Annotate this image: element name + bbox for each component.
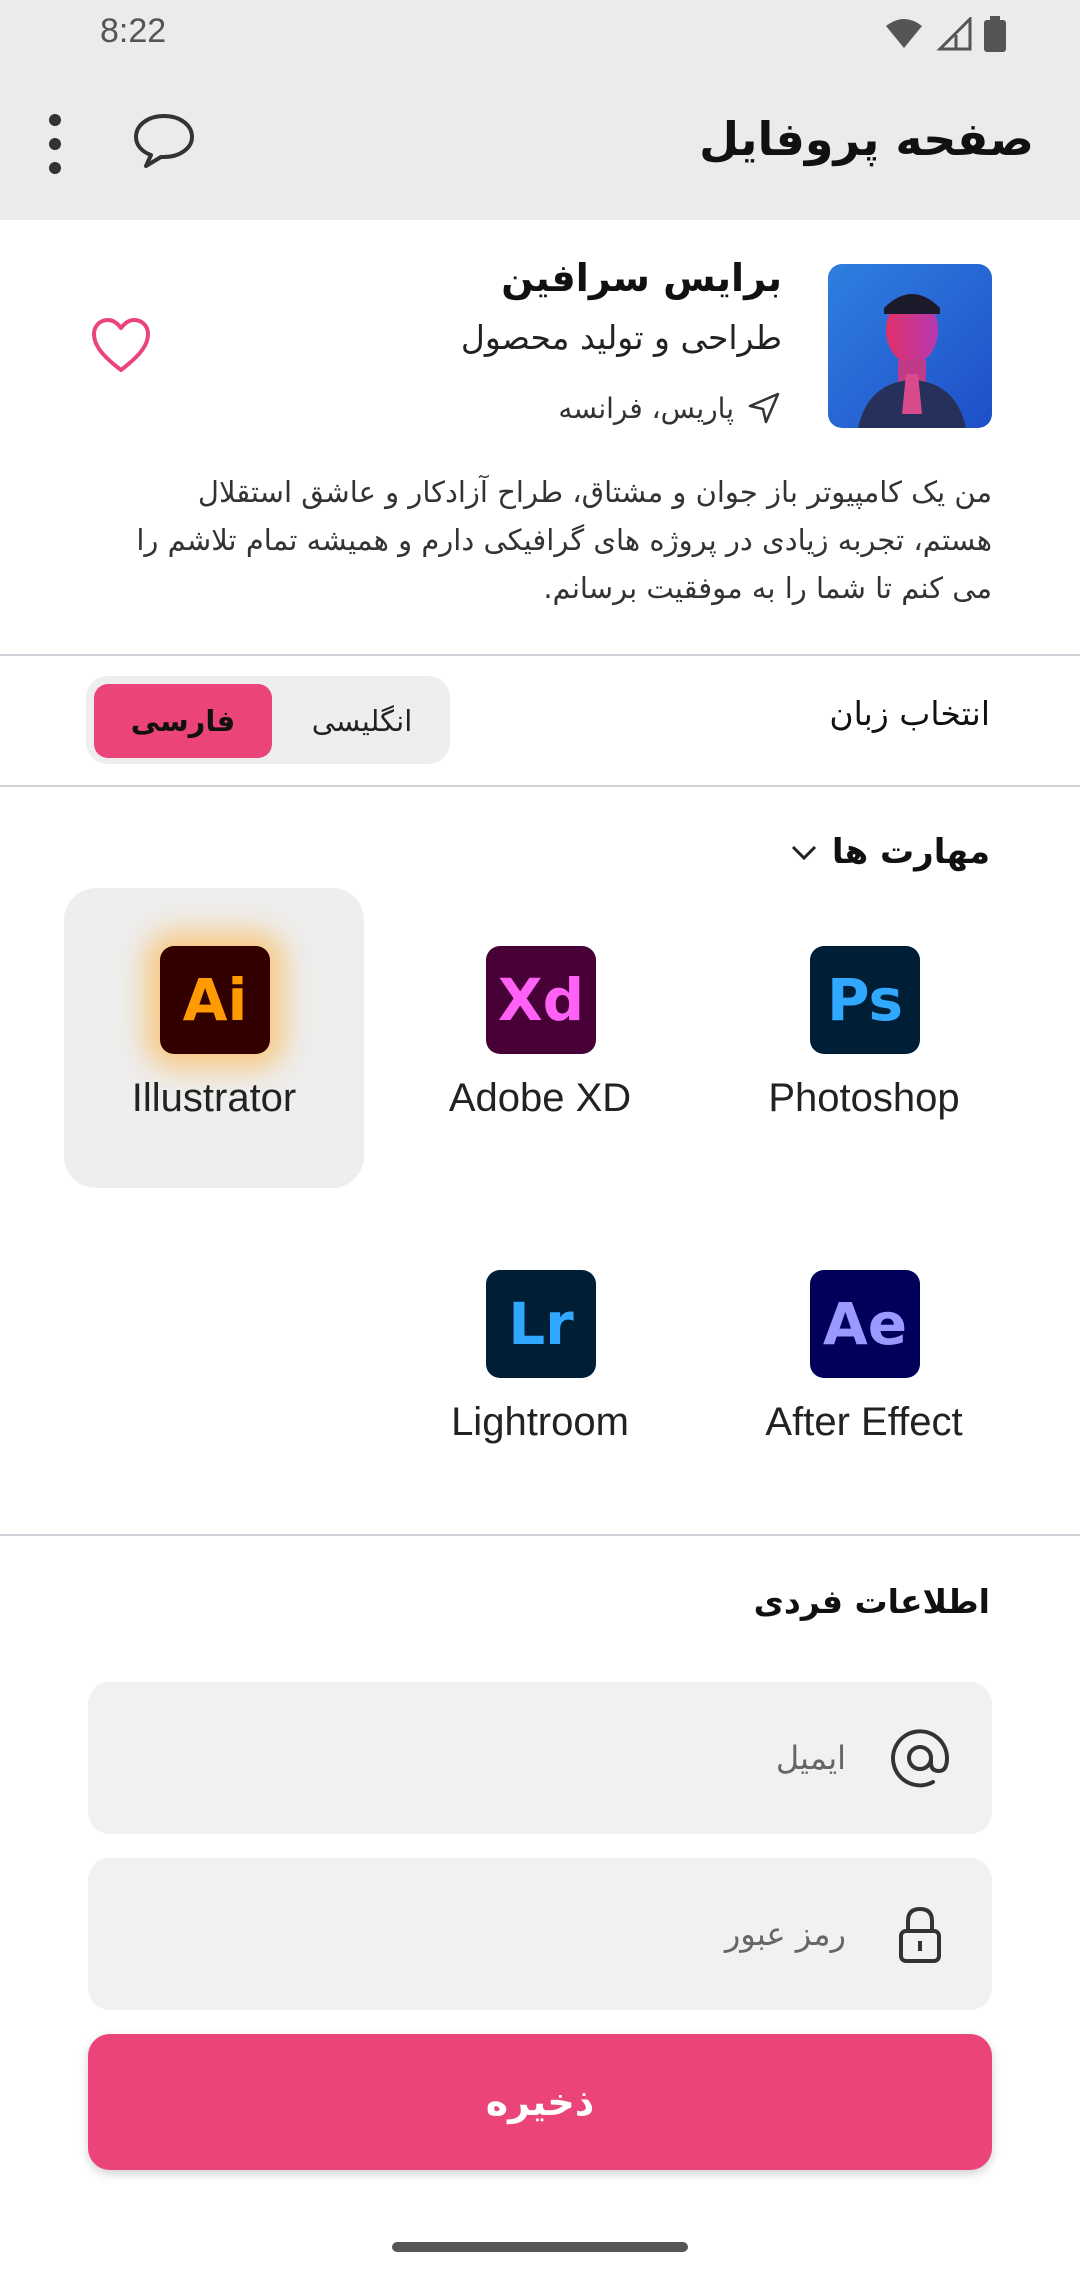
divider (0, 785, 1080, 787)
password-field-container (88, 1858, 992, 2010)
profile-location: پاریس، فرانسه (558, 390, 782, 426)
skill-label: Adobe XD (448, 1076, 632, 1120)
chevron-down-icon (791, 845, 816, 861)
language-option-farsi[interactable]: فارسی (94, 684, 272, 758)
profile-role: طراحی و تولید محصول (460, 318, 782, 357)
skill-photoshop[interactable]: Ps Photoshop (714, 888, 1014, 1188)
app-bar: صفحه پروفایل (0, 68, 1080, 220)
skill-lightroom[interactable]: Lr Lightroom (390, 1212, 690, 1512)
lightroom-icon: Lr (486, 1270, 596, 1378)
location-arrow-icon (748, 392, 780, 424)
wifi-icon (886, 19, 922, 48)
password-field[interactable] (246, 1906, 846, 1962)
divider (0, 654, 1080, 656)
skills-title: مهارت ها (831, 832, 990, 872)
email-field[interactable] (246, 1730, 846, 1786)
skill-after-effects[interactable]: Ae After Effect (714, 1212, 1014, 1512)
status-time: 8:22 (100, 12, 167, 50)
language-option-english[interactable]: انگلیسی (282, 684, 442, 758)
status-bar: 8:22 (0, 0, 1080, 68)
personal-info-title: اطلاعات فردی (753, 1582, 990, 1621)
profile-name: برایس سرافین (501, 256, 782, 300)
email-field-container (88, 1682, 992, 1834)
avatar (828, 264, 992, 428)
page-title: صفحه پروفایل (699, 112, 1034, 166)
status-icons (884, 16, 1006, 52)
location-text: پاریس، فرانسه (558, 391, 734, 425)
skills-header[interactable]: مهارت ها (790, 832, 990, 872)
skill-adobe-xd[interactable]: Xd Adobe XD (390, 888, 690, 1188)
lock-icon (882, 1896, 958, 1972)
divider (0, 1534, 1080, 1536)
skill-label: Illustrator (131, 1076, 297, 1120)
skill-label: After Effect (765, 1400, 963, 1444)
signal-icon (936, 17, 972, 51)
battery-icon (984, 16, 1006, 52)
skill-illustrator[interactable]: Ai Illustrator (64, 888, 364, 1188)
profile-bio: من یک کامپیوتر باز جوان و مشتاق، طراح آز… (136, 475, 992, 605)
illustrator-icon: Ai (160, 946, 270, 1054)
save-button[interactable]: ذخیره (88, 2034, 992, 2170)
home-indicator[interactable] (392, 2242, 688, 2252)
skill-label: Photoshop (768, 1076, 960, 1120)
at-sign-icon (882, 1720, 958, 1796)
more-vert-icon[interactable] (38, 114, 72, 174)
chat-icon[interactable] (132, 110, 196, 170)
skill-label: Lightroom (451, 1400, 629, 1444)
language-toggle: فارسی انگلیسی (86, 676, 450, 764)
after-effects-icon: Ae (810, 1270, 920, 1378)
language-label: انتخاب زبان (829, 694, 990, 733)
heart-icon[interactable] (90, 316, 152, 374)
photoshop-icon: Ps (810, 946, 920, 1054)
adobe-xd-icon: Xd (486, 946, 596, 1054)
